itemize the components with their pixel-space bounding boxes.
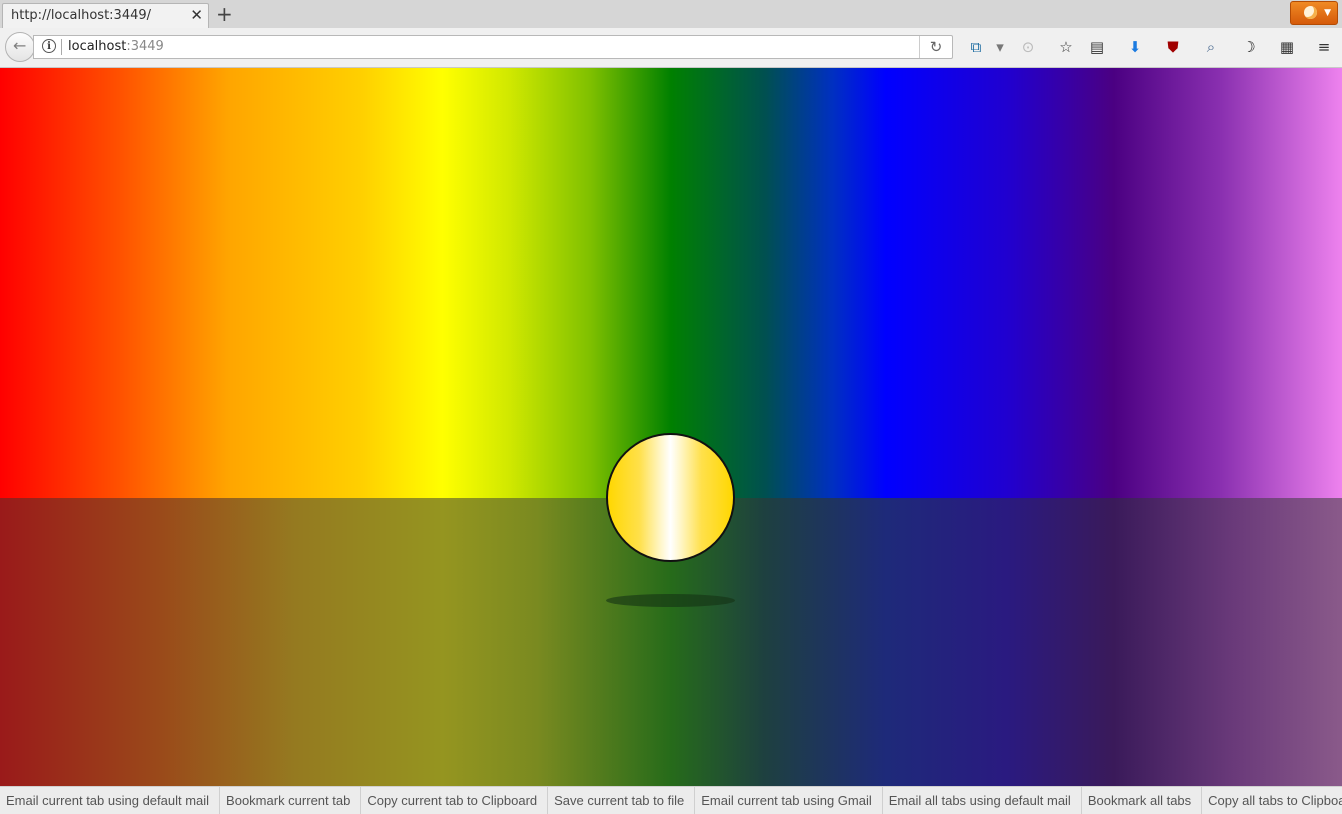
bottom-bar-item[interactable]: Copy all tabs to Clipboard xyxy=(1202,787,1342,814)
tab-title: http://localhost:3449/ xyxy=(11,8,152,23)
url-separator xyxy=(61,39,62,55)
ball-shadow xyxy=(606,594,735,607)
url-host: localhost xyxy=(68,39,127,54)
ublock-shield-icon[interactable]: ⛊ xyxy=(1163,37,1183,57)
dropdown-arrow-icon[interactable]: ▾ xyxy=(990,37,1010,57)
reading-list-icon[interactable]: ▤ xyxy=(1087,37,1107,57)
reload-button[interactable]: ↻ xyxy=(919,36,952,58)
tab-localhost[interactable]: http://localhost:3449/ ✕ xyxy=(2,3,209,28)
bottom-bar-item[interactable]: Email current tab using default mail xyxy=(0,787,221,814)
download-icon[interactable]: ⬇ xyxy=(1125,37,1145,57)
back-arrow-icon: ← xyxy=(13,36,27,55)
site-info-icon[interactable]: i xyxy=(42,39,56,53)
bookmark-star-icon[interactable]: ☆ xyxy=(1056,37,1076,57)
bottom-bar-item[interactable]: Email current tab using Gmail xyxy=(695,787,883,814)
url-bar[interactable]: i localhost:3449 ↻ xyxy=(33,35,953,59)
bottom-action-bar: Email current tab using default mail Book… xyxy=(0,786,1342,814)
screenshot-extension-icon[interactable]: ⧉ xyxy=(966,37,986,57)
qr-code-icon[interactable]: ▦ xyxy=(1277,37,1297,57)
firefox-menu-button[interactable]: ▼ xyxy=(1290,1,1338,25)
bottom-bar-item[interactable]: Bookmark all tabs xyxy=(1082,787,1203,814)
back-button[interactable]: ← xyxy=(5,32,35,62)
rss-feed-icon[interactable]: ⊙ xyxy=(1018,37,1038,57)
bottom-bar-item[interactable]: Copy current tab to Clipboard xyxy=(361,787,549,814)
url-text[interactable]: localhost:3449 xyxy=(68,39,164,54)
hamburger-menu-icon[interactable]: ≡ xyxy=(1314,37,1334,57)
close-tab-icon[interactable]: ✕ xyxy=(190,6,203,24)
firefox-logo-icon xyxy=(1304,6,1317,19)
tab-strip: http://localhost:3449/ ✕ + ▼ xyxy=(0,0,1342,29)
chevron-down-icon: ▼ xyxy=(1324,8,1331,18)
bottom-bar-item[interactable]: Email all tabs using default mail xyxy=(883,787,1082,814)
night-mode-moon-icon[interactable]: ☽ xyxy=(1239,37,1259,57)
yellow-ball xyxy=(606,433,735,562)
bottom-bar-item[interactable]: Bookmark current tab xyxy=(220,787,362,814)
new-tab-button[interactable]: + xyxy=(216,3,233,25)
bottom-bar-item[interactable]: Save current tab to file xyxy=(548,787,696,814)
search-extension-icon[interactable]: ⌕ xyxy=(1201,37,1221,57)
url-port: :3449 xyxy=(126,39,164,54)
page-content xyxy=(0,68,1342,786)
